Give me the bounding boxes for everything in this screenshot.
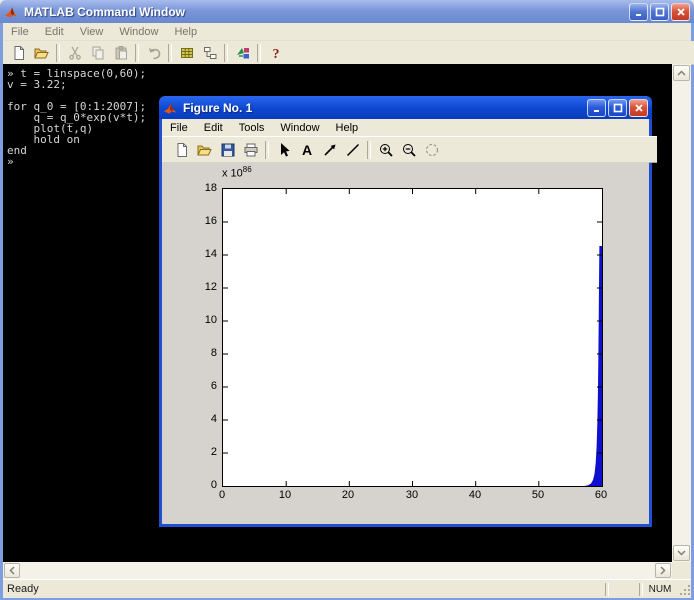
main-menu-help[interactable]: Help bbox=[166, 24, 205, 40]
x-tick-label: 40 bbox=[462, 489, 488, 501]
copy-icon[interactable] bbox=[86, 42, 109, 63]
scroll-left-button[interactable] bbox=[4, 563, 20, 578]
figure-menu-window[interactable]: Window bbox=[272, 120, 327, 136]
figure-menu-help[interactable]: Help bbox=[328, 120, 367, 136]
figure-border-bottom bbox=[159, 524, 652, 527]
print-icon[interactable] bbox=[239, 139, 262, 160]
cut-icon[interactable] bbox=[63, 42, 86, 63]
scroll-right-button[interactable] bbox=[655, 563, 671, 578]
desktop: MATLAB Command Window File Edit View Win… bbox=[0, 0, 694, 600]
status-num-indicator: NUM bbox=[643, 584, 677, 595]
paste-icon[interactable] bbox=[109, 42, 132, 63]
figure-toolbar: A bbox=[162, 136, 657, 163]
save-icon[interactable] bbox=[216, 139, 239, 160]
figure-menubar: File Edit Tools Window Help bbox=[162, 119, 649, 136]
scroll-down-button[interactable] bbox=[673, 545, 690, 561]
y-tick-label: 10 bbox=[189, 314, 217, 326]
undo-icon[interactable] bbox=[142, 42, 165, 63]
figure-minimize-button[interactable] bbox=[587, 99, 606, 117]
figure-close-button[interactable] bbox=[629, 99, 648, 117]
y-tick-label: 6 bbox=[189, 380, 217, 392]
y-tick-label: 2 bbox=[189, 446, 217, 458]
plot-svg bbox=[223, 189, 602, 486]
add-line-icon[interactable] bbox=[341, 139, 364, 160]
main-menu-edit[interactable]: Edit bbox=[37, 24, 72, 40]
open-file-icon[interactable] bbox=[193, 139, 216, 160]
add-text-icon[interactable]: A bbox=[295, 139, 318, 160]
add-arrow-icon[interactable] bbox=[318, 139, 341, 160]
x-tick-label: 60 bbox=[588, 489, 614, 501]
x-tick-label: 10 bbox=[272, 489, 298, 501]
main-menubar: File Edit View Window Help bbox=[3, 23, 691, 41]
figure-window[interactable]: Figure No. 1 File Edit Tools Window Help… bbox=[159, 96, 652, 527]
x-tick-label: 50 bbox=[525, 489, 551, 501]
main-close-button[interactable] bbox=[671, 3, 690, 21]
pointer-icon[interactable] bbox=[272, 139, 295, 160]
y-tick-label: 14 bbox=[189, 248, 217, 260]
console-line: v = 3.22; bbox=[7, 79, 672, 90]
console-line: » t = linspace(0,60); bbox=[7, 68, 672, 79]
help-icon[interactable]: ? bbox=[264, 42, 287, 63]
rotate-3d-icon[interactable] bbox=[420, 139, 443, 160]
curve-fill-exponential-spike bbox=[585, 246, 603, 486]
figure-maximize-button[interactable] bbox=[608, 99, 627, 117]
resize-grip[interactable] bbox=[677, 582, 691, 596]
status-separator bbox=[605, 583, 609, 596]
y-tick-label: 16 bbox=[189, 215, 217, 227]
y-axis-exponent-label: x 1086 bbox=[222, 165, 252, 180]
horizontal-scrollbar[interactable] bbox=[3, 562, 672, 579]
x-tick-label: 20 bbox=[335, 489, 361, 501]
vertical-scrollbar[interactable] bbox=[672, 64, 691, 562]
main-menu-window[interactable]: Window bbox=[111, 24, 166, 40]
main-minimize-button[interactable] bbox=[629, 3, 648, 21]
y-tick-label: 4 bbox=[189, 413, 217, 425]
toolbar-separator bbox=[257, 44, 261, 62]
main-menu-file[interactable]: File bbox=[3, 24, 37, 40]
workspace-browser-icon[interactable] bbox=[175, 42, 198, 63]
simulink-icon[interactable] bbox=[231, 42, 254, 63]
main-statusbar: Ready NUM bbox=[3, 579, 691, 598]
figure-menu-tools[interactable]: Tools bbox=[231, 120, 273, 136]
new-figure-icon[interactable] bbox=[170, 139, 193, 160]
main-window-title: MATLAB Command Window bbox=[24, 5, 624, 19]
toolbar-separator bbox=[168, 44, 172, 62]
matlab-logo-icon bbox=[4, 5, 19, 19]
figure-menu-file[interactable]: File bbox=[162, 120, 196, 136]
main-toolbar: ? bbox=[3, 41, 694, 65]
matlab-logo-icon bbox=[163, 101, 178, 115]
figure-menu-edit[interactable]: Edit bbox=[196, 120, 231, 136]
toolbar-separator bbox=[56, 44, 60, 62]
y-tick-label: 18 bbox=[189, 182, 217, 194]
zoom-out-icon[interactable] bbox=[397, 139, 420, 160]
open-file-icon[interactable] bbox=[30, 42, 53, 63]
zoom-in-icon[interactable] bbox=[374, 139, 397, 160]
svg-text:?: ? bbox=[272, 47, 279, 61]
toolbar-separator bbox=[367, 141, 371, 159]
x-tick-label: 0 bbox=[209, 489, 235, 501]
main-titlebar[interactable]: MATLAB Command Window bbox=[0, 0, 694, 23]
y-tick-label: 12 bbox=[189, 281, 217, 293]
toolbar-separator bbox=[224, 44, 228, 62]
status-ready-text: Ready bbox=[3, 583, 39, 595]
main-menu-view[interactable]: View bbox=[72, 24, 112, 40]
figure-border-right bbox=[649, 119, 652, 527]
new-script-icon[interactable] bbox=[7, 42, 30, 63]
toolbar-separator bbox=[135, 44, 139, 62]
x-tick-label: 30 bbox=[399, 489, 425, 501]
tick-marks bbox=[223, 189, 602, 486]
scroll-up-button[interactable] bbox=[673, 65, 690, 81]
main-maximize-button[interactable] bbox=[650, 3, 669, 21]
svg-text:A: A bbox=[301, 142, 311, 158]
plot-area[interactable] bbox=[222, 188, 603, 487]
y-tick-label: 8 bbox=[189, 347, 217, 359]
figure-window-title: Figure No. 1 bbox=[183, 101, 582, 115]
path-browser-icon[interactable] bbox=[198, 42, 221, 63]
figure-titlebar[interactable]: Figure No. 1 bbox=[159, 96, 652, 119]
toolbar-separator bbox=[265, 141, 269, 159]
